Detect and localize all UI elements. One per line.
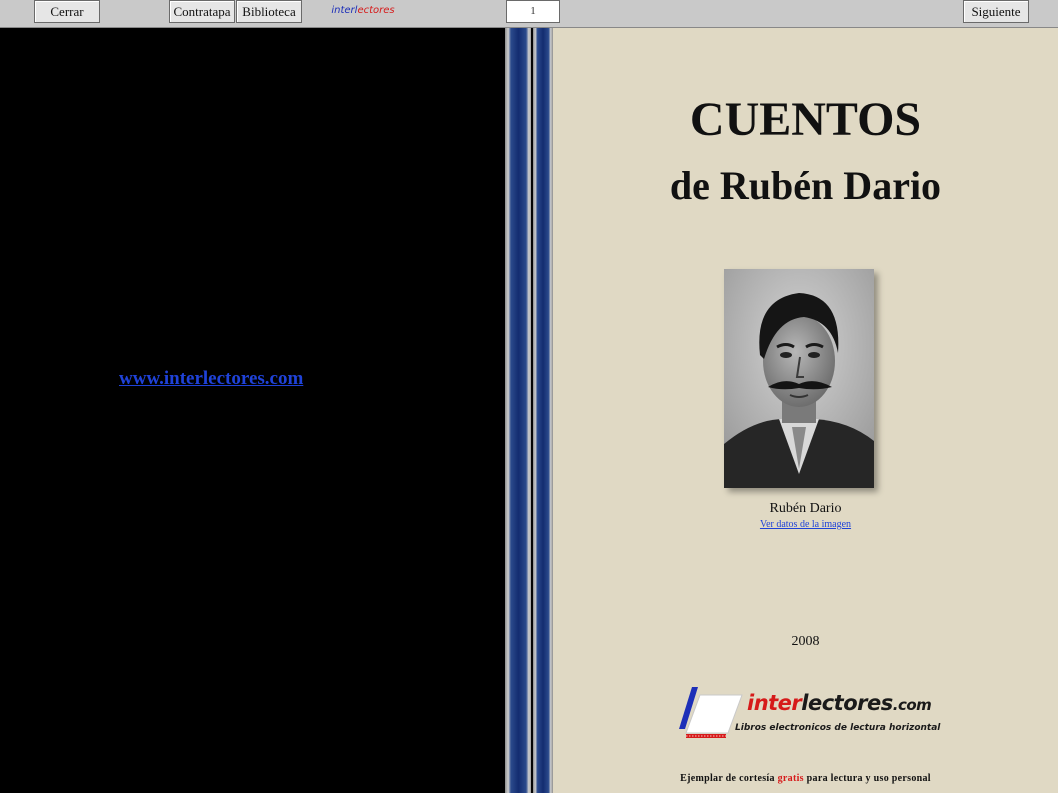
close-button[interactable]: Cerrar [34,0,100,23]
back-cover-button[interactable]: Contratapa [169,0,235,23]
author-portrait [724,269,874,488]
footer-free-highlight: gratis [777,773,804,784]
toolbar-brand: interlectores [303,0,423,23]
courtesy-footer: Ejemplar de cortesía gratis para lectura… [553,773,1058,784]
logo-domain: .com [892,696,932,714]
logo-name-part1: inter [747,691,802,715]
logo-name-part2: lectores [801,691,893,715]
library-button[interactable]: Biblioteca [236,0,302,23]
next-button[interactable]: Siguiente [963,0,1029,23]
toolbar-brand-part2: ectores [357,5,395,16]
book-spine-left [505,28,532,793]
book-spine-right [533,28,553,793]
portrait-image [724,269,874,488]
page-number-field[interactable]: 1 [506,0,560,23]
book-title: CUENTOS [689,93,922,146]
interlectores-logo[interactable]: interlectores.com Libros electronicos de… [678,685,948,745]
footer-text-before: Ejemplar de cortesía [680,773,775,784]
image-info-link[interactable]: Ver datos de la imagen [553,519,1058,530]
publication-year: 2008 [791,634,820,649]
portrait-caption: Rubén Dario [769,501,842,516]
cover-page: CUENTOS de Rubén Dario Rubén Dario Ver d… [553,28,1058,793]
website-link[interactable]: www.interlectores.com [119,368,303,390]
logo-tagline: Libros electronicos de lectura horizonta… [735,723,941,733]
left-page: www.interlectores.com [0,28,505,793]
footer-text-after: para lectura y uso personal [806,773,931,784]
reader-toolbar: Cerrar Contratapa Biblioteca interlector… [0,0,1058,28]
book-logo-icon [679,687,743,738]
logo-wordmark: interlectores.com [747,691,932,715]
toolbar-brand-part1: interl [331,5,358,16]
book-author: de Rubén Dario [669,163,942,208]
